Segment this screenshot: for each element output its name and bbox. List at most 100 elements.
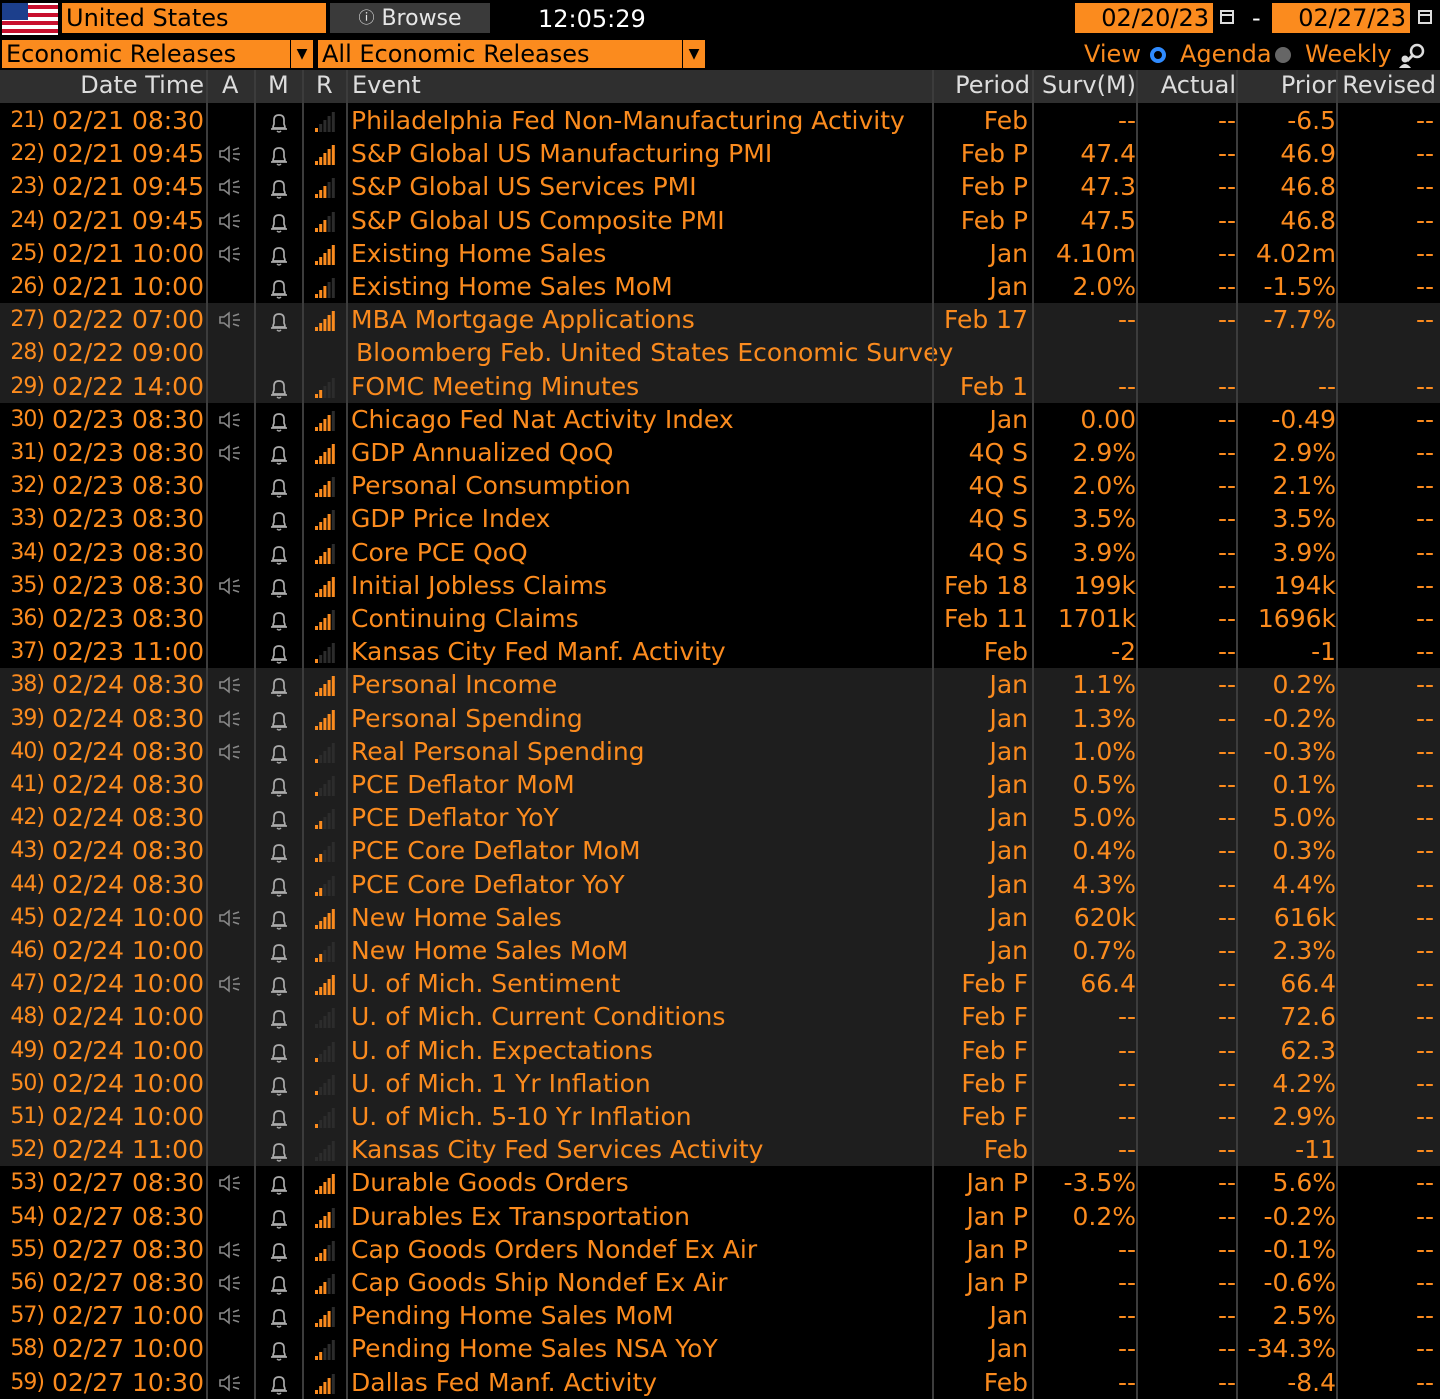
calendar-icon[interactable] [1418, 10, 1432, 24]
col-revised[interactable]: Revised [1338, 70, 1436, 103]
browse-button[interactable]: ⓘ Browse [330, 3, 490, 33]
table-row[interactable]: 44) 02/24 08:30 PCE Core Deflator YoY Jan 4.… [0, 867, 1440, 901]
bell-icon[interactable] [268, 1141, 290, 1163]
bell-icon[interactable] [268, 942, 290, 964]
table-row[interactable]: 49) 02/24 10:00 U. of Mich. Expectations Fe… [0, 1033, 1440, 1067]
table-row[interactable]: 25) 02/21 10:00 Existing Home Sales Jan 4.10… [0, 237, 1440, 270]
bell-icon[interactable] [268, 1307, 290, 1329]
bell-icon[interactable] [268, 212, 290, 234]
table-row[interactable]: 56) 02/27 08:30 Cap Goods Ship Nondef Ex A… [0, 1266, 1440, 1299]
table-row[interactable]: 48) 02/24 10:00 U. of Mich. Current Condit… [0, 1000, 1440, 1034]
table-row[interactable]: 21) 02/21 08:30 Philadelphia Fed Non-Manuf… [0, 104, 1440, 137]
speaker-icon[interactable] [218, 975, 242, 993]
agenda-radio[interactable] [1150, 47, 1166, 63]
bell-icon[interactable] [268, 610, 290, 632]
col-prior[interactable]: Prior [1238, 70, 1336, 103]
table-row[interactable]: 42) 02/24 08:30 PCE Deflator YoY Jan 5.0% -- 5… [0, 801, 1440, 835]
speaker-icon[interactable] [218, 178, 242, 197]
table-row[interactable]: 26) 02/21 10:00 Existing Home Sales MoM Jan… [0, 270, 1440, 303]
table-row[interactable]: 22) 02/21 09:45 S&P Global US Manufacturin… [0, 137, 1440, 170]
speaker-icon[interactable] [218, 1373, 242, 1392]
table-row[interactable]: 57) 02/27 10:00 Pending Home Sales MoM Jan -… [0, 1299, 1440, 1332]
col-survey[interactable]: Surv(M) [1036, 70, 1136, 103]
speaker-icon[interactable] [218, 245, 242, 263]
speaker-icon[interactable] [218, 1307, 242, 1325]
bell-icon[interactable] [268, 1274, 290, 1296]
bell-icon[interactable] [268, 809, 290, 831]
table-row[interactable]: 33) 02/23 08:30 GDP Price Index 4Q S 3.5% -- 3… [0, 502, 1440, 535]
speaker-icon[interactable] [218, 411, 242, 429]
bell-icon[interactable] [268, 112, 290, 134]
bell-icon[interactable] [268, 1241, 290, 1263]
table-row[interactable]: 29) 02/22 14:00 FOMC Meeting Minutes Feb 1 -… [0, 369, 1440, 403]
speaker-icon[interactable] [218, 1274, 242, 1292]
table-row[interactable]: 34) 02/23 08:30 Core PCE QoQ 4Q S 3.9% -- 3.9%… [0, 536, 1440, 569]
speaker-icon[interactable] [218, 145, 242, 163]
table-row[interactable]: 45) 02/24 10:00 New Home Sales Jan 620k -- 616… [0, 900, 1440, 934]
table-row[interactable]: 35) 02/23 08:30 Initial Jobless Claims Feb … [0, 569, 1440, 602]
speaker-icon[interactable] [218, 1174, 242, 1193]
bell-icon[interactable] [268, 477, 290, 499]
table-row[interactable]: 41) 02/24 08:30 PCE Deflator MoM Jan 0.5% -- 0… [0, 768, 1440, 802]
table-row[interactable]: 52) 02/24 11:00 Kansas City Fed Services A… [0, 1133, 1440, 1167]
table-row[interactable]: 53) 02/27 08:30 Durable Goods Orders Jan P -… [0, 1166, 1440, 1199]
bell-icon[interactable] [268, 411, 290, 433]
table-row[interactable]: 47) 02/24 10:00 U. of Mich. Sentiment Feb F… [0, 967, 1440, 1001]
bell-icon[interactable] [268, 1075, 290, 1097]
col-date-time[interactable]: Date Time [0, 70, 204, 103]
speaker-icon[interactable] [218, 676, 242, 695]
table-row[interactable]: 28) 02/22 09:00 Bloomberg Feb. United Stat… [0, 336, 1440, 370]
table-row[interactable]: 31) 02/23 08:30 GDP Annualized QoQ 4Q S 2.9%… [0, 436, 1440, 469]
table-row[interactable]: 27) 02/22 07:00 MBA Mortgage Applications F… [0, 303, 1440, 337]
table-row[interactable]: 59) 02/27 10:30 Dallas Fed Manf. Activity F… [0, 1366, 1440, 1399]
table-row[interactable]: 32) 02/23 08:30 Personal Consumption 4Q S 2.… [0, 469, 1440, 502]
chevron-down-icon[interactable]: ▼ [682, 40, 705, 68]
bell-icon[interactable] [268, 1340, 290, 1362]
bell-icon[interactable] [268, 842, 290, 864]
bell-icon[interactable] [268, 1374, 290, 1396]
speaker-icon[interactable] [218, 743, 242, 761]
bell-icon[interactable] [268, 278, 290, 300]
speaker-icon[interactable] [218, 909, 242, 927]
filter-dropdown[interactable]: All Economic Releases [318, 40, 682, 68]
bell-icon[interactable] [268, 145, 290, 167]
col-actual[interactable]: Actual [1138, 70, 1236, 103]
col-alert[interactable]: A [222, 70, 242, 103]
table-row[interactable]: 58) 02/27 10:00 Pending Home Sales NSA YoY… [0, 1332, 1440, 1365]
table-row[interactable]: 51) 02/24 10:00 U. of Mich. 5-10 Yr Inflat… [0, 1100, 1440, 1134]
table-row[interactable]: 50) 02/24 10:00 U. of Mich. 1 Yr Inflation… [0, 1066, 1440, 1100]
bell-icon[interactable] [268, 743, 290, 765]
bell-icon[interactable] [268, 510, 290, 532]
user-search-icon[interactable] [1398, 42, 1428, 68]
bell-icon[interactable] [268, 1042, 290, 1064]
table-row[interactable]: 37) 02/23 11:00 Kansas City Fed Manf. Acti… [0, 635, 1440, 668]
table-row[interactable]: 54) 02/27 08:30 Durables Ex Transportation… [0, 1200, 1440, 1233]
chevron-down-icon[interactable]: ▼ [290, 40, 313, 68]
col-period[interactable]: Period [934, 70, 1030, 103]
table-row[interactable]: 23) 02/21 09:45 S&P Global US Services PMI… [0, 170, 1440, 203]
table-row[interactable]: 43) 02/24 08:30 PCE Core Deflator MoM Jan 0.… [0, 834, 1440, 868]
speaker-icon[interactable] [218, 311, 242, 329]
speaker-icon[interactable] [218, 1241, 242, 1259]
bell-icon[interactable] [268, 577, 290, 599]
col-monitor[interactable]: M [268, 70, 290, 103]
bell-icon[interactable] [268, 676, 290, 698]
end-date-field[interactable]: 02/27/23 [1272, 3, 1410, 33]
table-row[interactable]: 30) 02/23 08:30 Chicago Fed Nat Activity I… [0, 403, 1440, 436]
bell-icon[interactable] [268, 378, 290, 400]
agenda-option[interactable]: Agenda [1180, 38, 1272, 70]
start-date-field[interactable]: 02/20/23 [1075, 3, 1213, 33]
table-row[interactable]: 38) 02/24 08:30 Personal Income Jan 1.1% -- 0.… [0, 668, 1440, 702]
weekly-option[interactable]: Weekly [1305, 38, 1392, 70]
bell-icon[interactable] [268, 1108, 290, 1130]
weekly-radio[interactable] [1275, 47, 1291, 63]
bell-icon[interactable] [268, 1174, 290, 1196]
bell-icon[interactable] [268, 444, 290, 466]
speaker-icon[interactable] [218, 211, 242, 230]
col-event[interactable]: Event [352, 70, 752, 103]
bell-icon[interactable] [268, 776, 290, 798]
bell-icon[interactable] [268, 975, 290, 997]
bell-icon[interactable] [268, 1008, 290, 1030]
category-dropdown[interactable]: Economic Releases [2, 40, 290, 68]
calendar-icon[interactable] [1220, 10, 1234, 24]
